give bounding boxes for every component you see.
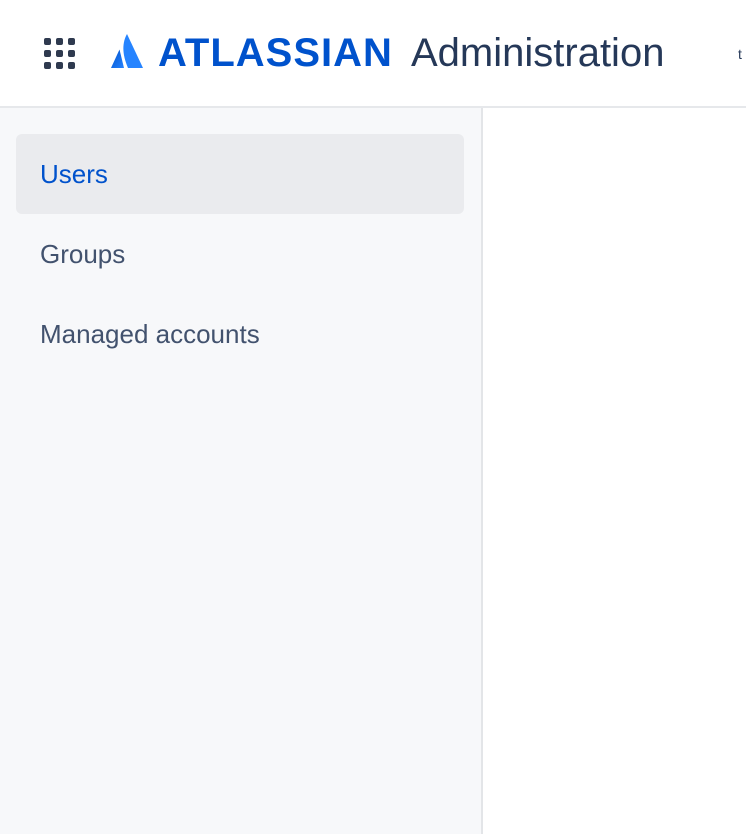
grid-dots-icon[interactable] xyxy=(40,34,80,74)
sidebar-item-groups[interactable]: Groups xyxy=(16,214,464,294)
top-header: ATLASSIAN Administration t xyxy=(0,0,746,108)
product-name: Administration xyxy=(411,31,665,75)
sidebar-item-label: Users xyxy=(40,158,108,189)
sidebar-item-users[interactable]: Users xyxy=(16,134,464,214)
sidebar-item-label: Managed accounts xyxy=(40,318,260,349)
sidebar-item-label: Groups xyxy=(40,238,126,269)
brand-name[interactable]: ATLASSIAN xyxy=(158,31,393,75)
sidebar: Users Groups Managed accounts xyxy=(0,108,483,834)
clipped-header-item: t xyxy=(738,46,742,60)
main-content xyxy=(483,108,746,834)
atlassian-logo-icon[interactable] xyxy=(108,32,146,70)
sidebar-item-managed-accounts[interactable]: Managed accounts xyxy=(16,294,464,374)
